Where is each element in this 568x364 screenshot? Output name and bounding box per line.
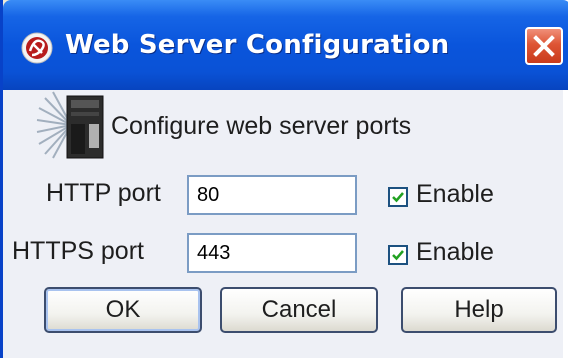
close-button[interactable]	[525, 27, 563, 65]
http-enable-label[interactable]: Enable	[416, 180, 494, 209]
http-port-label: HTTP port	[46, 179, 161, 207]
help-button[interactable]: Help	[401, 287, 557, 333]
https-port-input[interactable]	[187, 233, 357, 273]
dialog-window: Web Server Configuration Configure web s…	[0, 0, 568, 358]
http-enable-checkbox[interactable]	[388, 187, 408, 207]
window-title: Web Server Configuration	[65, 30, 450, 60]
https-enable-checkbox[interactable]	[388, 245, 408, 265]
app-logo-icon	[20, 31, 54, 65]
http-port-input[interactable]	[187, 175, 357, 215]
https-port-label: HTTPS port	[12, 237, 144, 265]
checkmark-icon	[392, 250, 404, 261]
https-enable-label[interactable]: Enable	[416, 238, 494, 267]
title-bar[interactable]: Web Server Configuration	[3, 0, 568, 90]
ok-button[interactable]: OK	[44, 287, 202, 333]
server-icon	[31, 90, 111, 160]
cancel-button[interactable]: Cancel	[220, 287, 378, 333]
dialog-body: Configure web server ports HTTP port Ena…	[3, 90, 563, 358]
checkmark-icon	[392, 192, 404, 203]
close-icon	[533, 35, 555, 57]
header-description: Configure web server ports	[111, 112, 412, 140]
